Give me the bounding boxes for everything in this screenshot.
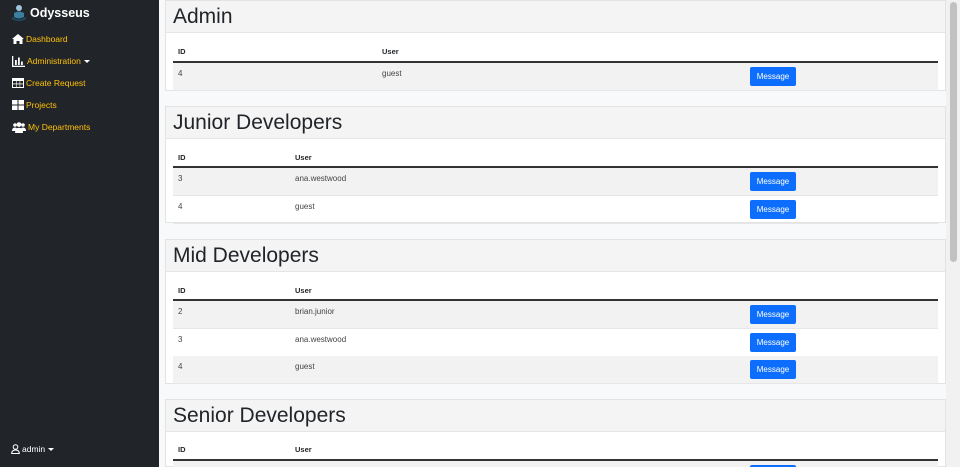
department-card-admin: Admin ID User 4 guest Message — [165, 0, 946, 91]
chevron-down-icon — [48, 447, 55, 451]
table-row: 4 guest Message — [173, 356, 938, 384]
message-button[interactable]: Message — [750, 360, 796, 379]
sidebar-item-label: Create Request — [26, 78, 86, 88]
user-icon — [11, 444, 20, 454]
bar-chart-icon — [12, 55, 25, 67]
grid-icon — [12, 100, 24, 110]
sidebar-item-projects[interactable]: Projects — [12, 98, 57, 112]
sidebar-item-dashboard[interactable]: Dashboard — [12, 32, 68, 46]
message-button[interactable]: Message — [750, 200, 796, 219]
sidebar-item-label: Projects — [26, 100, 57, 110]
column-header-id: ID — [178, 47, 186, 56]
table-row: 4 guest Message — [173, 63, 938, 91]
brand[interactable]: Odysseus — [11, 3, 90, 23]
odysseus-logo-icon — [12, 5, 26, 21]
message-button[interactable]: Message — [750, 67, 796, 86]
scrollbar-thumb[interactable] — [950, 2, 957, 262]
sidebar-item-my-departments[interactable]: My Departments — [12, 120, 90, 134]
cell-user: guest — [295, 362, 315, 371]
cell-user: ana.westwood — [295, 174, 347, 183]
department-card-senior-developers: Senior Developers ID User — [165, 399, 946, 467]
table-icon — [12, 78, 24, 88]
sidebar-item-label: Dashboard — [26, 34, 68, 44]
message-button[interactable]: Message — [750, 305, 796, 324]
column-header-user: User — [295, 286, 312, 295]
cell-user: brian.junior — [295, 307, 335, 316]
sidebar-item-create-request[interactable]: Create Request — [12, 76, 86, 90]
cell-id: 4 — [178, 202, 183, 211]
column-header-id: ID — [178, 286, 186, 295]
card-header — [166, 1, 945, 33]
table-row: 4 guest Message — [173, 196, 938, 224]
cell-user: ana.westwood — [295, 335, 347, 344]
sidebar-item-label: Administration — [27, 56, 81, 66]
message-button[interactable]: Message — [750, 172, 796, 191]
column-header-user: User — [295, 153, 312, 162]
chevron-down-icon — [83, 59, 90, 63]
column-header-user: User — [295, 445, 312, 454]
department-title: Admin — [173, 5, 233, 28]
column-header-id: ID — [178, 153, 186, 162]
table-row: 2 brian.junior Message — [173, 301, 938, 329]
message-button[interactable]: Message — [750, 333, 796, 352]
cell-id: 3 — [178, 174, 183, 183]
cell-id: 4 — [178, 362, 183, 371]
table-row — [173, 461, 938, 467]
sidebar-item-administration[interactable]: Administration — [12, 54, 90, 68]
department-card-mid-developers: Mid Developers ID User 2 brian.junior Me… — [165, 239, 946, 384]
cell-user: guest — [295, 202, 315, 211]
cell-id: 4 — [178, 69, 183, 78]
brand-name: Odysseus — [30, 6, 90, 20]
department-title: Junior Developers — [173, 111, 343, 134]
sidebar-item-label: My Departments — [28, 122, 91, 132]
cell-user: guest — [382, 69, 402, 78]
users-icon — [12, 121, 26, 133]
table-row: 3 ana.westwood Message — [173, 329, 938, 357]
user-menu-label: admin — [22, 444, 46, 454]
sidebar: Odysseus Dashboard Administration Create — [0, 0, 159, 467]
column-header-user: User — [382, 47, 399, 56]
table-row: 3 ana.westwood Message — [173, 168, 938, 196]
home-icon — [12, 34, 24, 44]
department-title: Senior Developers — [173, 404, 346, 427]
department-title: Mid Developers — [173, 244, 319, 267]
column-header-id: ID — [178, 445, 186, 454]
user-menu[interactable]: admin — [11, 442, 55, 456]
cell-id: 3 — [178, 335, 183, 344]
cell-id: 2 — [178, 307, 183, 316]
department-card-junior-developers: Junior Developers ID User 3 ana.westwood… — [165, 106, 946, 224]
